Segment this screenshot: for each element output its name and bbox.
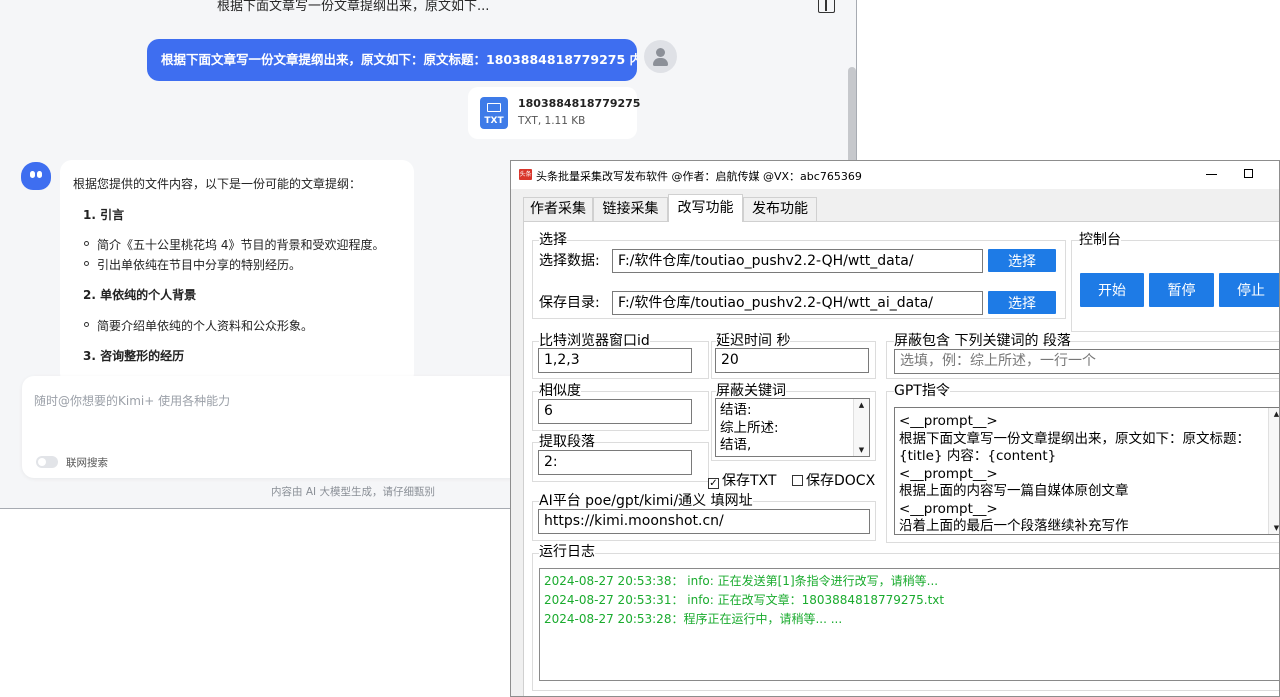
outline-heading: 2. 单依纯的个人背景 [83, 288, 197, 302]
save-txt-checkbox[interactable]: ✓ 保存TXT [708, 470, 776, 490]
tab-publish[interactable]: 发布功能 [743, 197, 817, 221]
kimi-avatar-icon [21, 162, 51, 190]
start-button[interactable]: 开始 [1080, 273, 1144, 307]
browser-id-label: 比特浏览器窗口id [539, 333, 650, 349]
stop-button[interactable]: 停止 [1219, 273, 1279, 307]
gpt-line: 根据上面的内容写一篇自媒体原创文章 [899, 483, 1129, 499]
file-attachment[interactable]: TXT 1803884818779275 TXT, 1.11 KB [468, 87, 641, 139]
log-label: 运行日志 [539, 544, 595, 560]
scroll-down-icon[interactable]: ▼ [1269, 522, 1279, 534]
gpt-line: <__prompt__> [899, 465, 998, 482]
tab-author-collect[interactable]: 作者采集 [523, 197, 593, 221]
outline-heading: 1. 引言 [83, 208, 125, 222]
user-avatar [644, 40, 677, 73]
web-search-label: 联网搜索 [66, 457, 108, 469]
title-bar: 头条 头条批量采集改写发布软件 @作者：启航传媒 @VX：abc765369 [511, 161, 1279, 189]
block-keywords-textarea[interactable]: 结语: 综上所述: 结语, ▲ ▼ [715, 398, 870, 457]
maximize-icon[interactable] [1244, 169, 1253, 178]
chat-input-box[interactable]: 联网搜索 [22, 376, 542, 478]
gpt-instruction-label: GPT指令 [894, 383, 950, 399]
save-dir-input[interactable]: F:/软件仓库/toutiao_pushv2.2-QH/wtt_ai_data/ [612, 291, 983, 315]
sidebar-toggle-icon[interactable] [818, 0, 835, 13]
assistant-message: 根据您提供的文件内容，以下是一份可能的文章提纲： 1. 引言 简介《五十公里桃花… [60, 160, 414, 385]
txt-file-icon: TXT [480, 97, 508, 129]
block-paragraph-label: 屏蔽包含 下列关键词的 段落 [894, 333, 1071, 349]
minimize-icon[interactable] [1206, 174, 1217, 175]
file-name: 1803884818779275 [518, 97, 641, 110]
pause-button[interactable]: 暂停 [1149, 273, 1214, 307]
conversation-title[interactable]: 根据下面文章写一份文章提纲出来，原文如下... [217, 0, 489, 14]
choose-save-button[interactable]: 选择 [988, 291, 1056, 314]
keyword-line: 结语: [720, 402, 752, 418]
log-entry: 2024-08-27 20:53:38： info: 正在发送第[1]条指令进行… [544, 574, 939, 588]
similarity-label: 相似度 [539, 383, 581, 399]
choose-data-button[interactable]: 选择 [988, 249, 1056, 272]
tab-link-collect[interactable]: 链接采集 [593, 197, 668, 221]
delay-label: 延迟时间 秒 [716, 333, 791, 349]
keyword-line: 综上所述: [720, 419, 779, 436]
file-meta: TXT, 1.11 KB [518, 115, 586, 127]
outline-item: 引出单依纯在节目中分享的特别经历。 [83, 258, 302, 272]
chat-input[interactable] [34, 388, 514, 414]
outline-item: 简介《五十公里桃花坞 4》节目的背景和受欢迎程度。 [83, 238, 385, 252]
checkmark-icon: ✓ [708, 478, 719, 489]
scroll-down-icon[interactable]: ▼ [854, 444, 869, 456]
gpt-line: <__prompt__> [899, 413, 998, 429]
scroll-up-icon[interactable]: ▲ [1269, 408, 1279, 420]
data-path-input[interactable]: F:/软件仓库/toutiao_pushv2.2-QH/wtt_data/ [612, 249, 983, 273]
scroll-up-icon[interactable]: ▲ [854, 399, 869, 411]
data-path-label: 选择数据: [539, 253, 600, 269]
block-paragraph-input[interactable]: 选填，例：综上所述，一行一个 [894, 349, 1279, 374]
outline-item: 简要介绍单依纯的个人资料和公众形象。 [83, 319, 314, 333]
app-icon: 头条 [519, 169, 532, 180]
rewrite-tool-window: 头条 头条批量采集改写发布软件 @作者：启航传媒 @VX：abc765369 作… [510, 160, 1280, 697]
ai-platform-input[interactable]: https://kimi.moonshot.cn/ [538, 509, 870, 534]
outline-heading: 3. 咨询整形的经历 [83, 349, 185, 363]
gpt-line: <__prompt__> [899, 500, 998, 517]
browser-id-input[interactable]: 1,2,3 [538, 348, 692, 373]
web-search-toggle[interactable] [36, 456, 58, 468]
tab-rewrite[interactable]: 改写功能 [668, 194, 743, 222]
block-keywords-label: 屏蔽关键词 [716, 383, 786, 399]
delay-input[interactable]: 20 [715, 348, 869, 373]
save-docx-checkbox[interactable]: 保存DOCX [792, 470, 875, 490]
log-entry: 2024-08-27 20:53:28：程序正在运行中，请稍等... ... [544, 612, 843, 626]
gpt-scrollbar[interactable]: ▲ ▼ [1268, 408, 1279, 534]
window-title: 头条批量采集改写发布软件 @作者：启航传媒 @VX：abc765369 [536, 170, 862, 183]
select-group-title: 选择 [539, 232, 567, 248]
user-message: 根据下面文章写一份文章提纲出来，原文如下：原文标题：18038848187792… [147, 39, 637, 81]
run-log[interactable]: 2024-08-27 20:53:38： info: 正在发送第[1]条指令进行… [539, 568, 1279, 681]
console-title: 控制台 [1079, 232, 1121, 248]
keyword-line: 结语, [720, 437, 752, 453]
keywords-scrollbar[interactable]: ▲ ▼ [853, 399, 869, 456]
log-entry: 2024-08-27 20:53:31： info: 正在改写文章：180388… [544, 593, 945, 607]
extract-paragraph-label: 提取段落 [539, 434, 595, 450]
similarity-input[interactable]: 6 [538, 399, 692, 424]
extract-paragraph-input[interactable]: 2: [538, 450, 692, 475]
ai-platform-label: AI平台 poe/gpt/kimi/通义 填网址 [539, 493, 753, 509]
save-dir-label: 保存目录: [539, 295, 600, 311]
gpt-line: 沿着上面的最后一个段落继续补充写作 [899, 518, 1129, 534]
ai-disclaimer: 内容由 AI 大模型生成，请仔细甄别 [271, 486, 435, 498]
gpt-instruction-textarea[interactable]: <__prompt__> 根据下面文章写一份文章提纲出来，原文如下：原文标题： … [894, 407, 1279, 535]
gpt-line: {title} 内容：{content} [899, 448, 1057, 464]
reply-intro: 根据您提供的文件内容，以下是一份可能的文章提纲： [73, 177, 362, 191]
gpt-line: 根据下面文章写一份文章提纲出来，原文如下：原文标题： [899, 430, 1250, 447]
